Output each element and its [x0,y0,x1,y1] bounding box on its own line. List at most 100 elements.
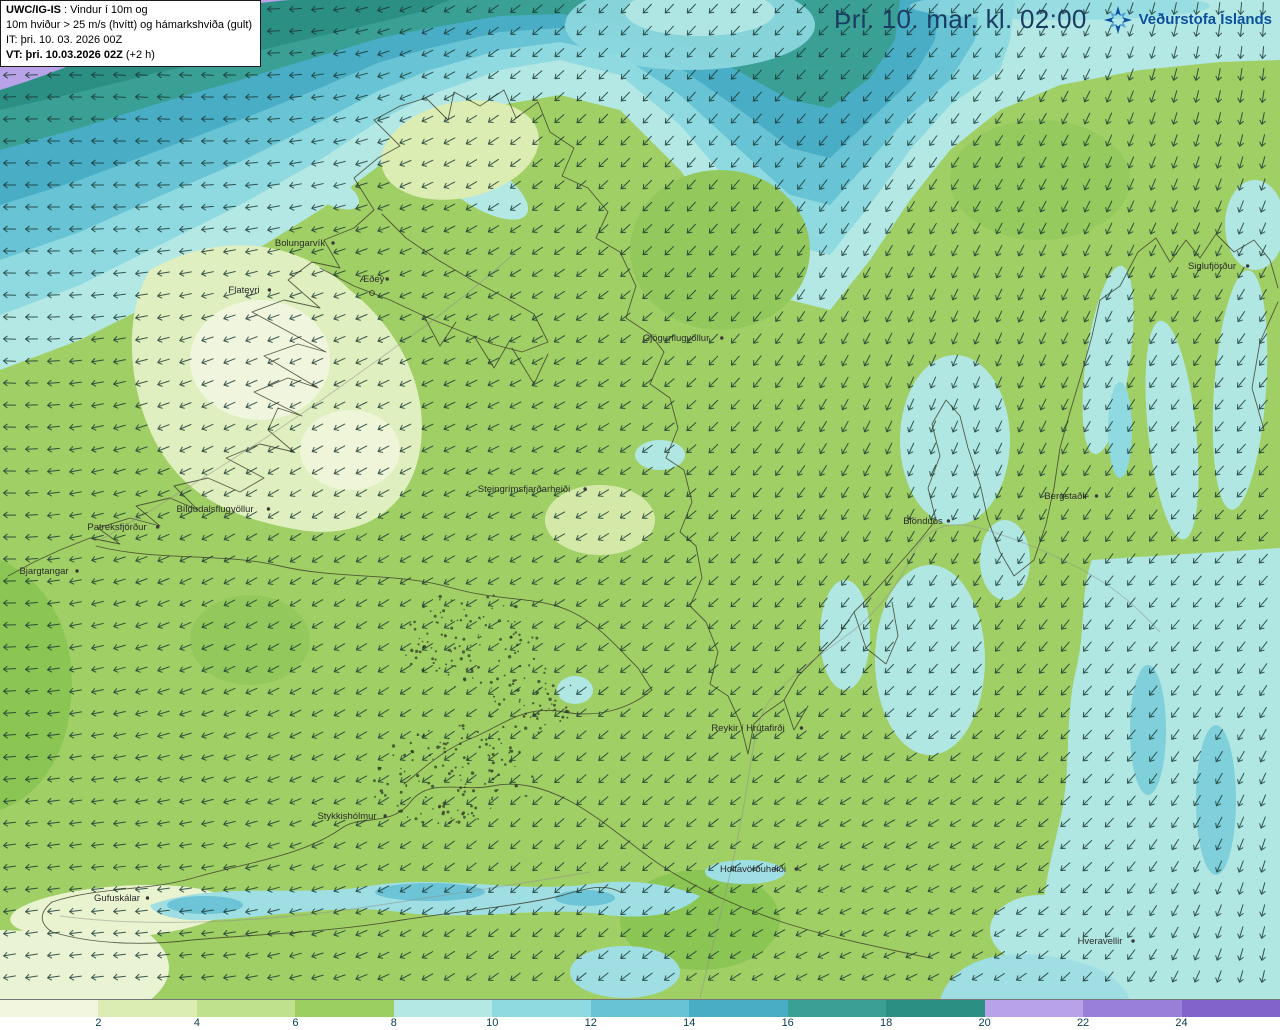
island-dot [433,614,437,618]
island-dot [486,595,490,599]
island-dot [476,730,479,734]
island-dot [403,770,406,773]
colorbar-tick: 4 [193,1017,200,1029]
island-dot [559,720,562,722]
place-label: Reykir í Hrútafirði [711,723,784,734]
place-marker-dot [267,288,272,292]
colorbar-segments [0,999,1280,1017]
island-dot [551,703,553,705]
island-dot [509,636,513,639]
valid-time-offset: (+2 h) [122,48,155,61]
island-dot [507,620,510,622]
island-dot [434,658,437,661]
colorbar-tick: 10 [486,1017,499,1029]
island-dot [500,742,503,745]
model-id: UWC/IG-IS [6,4,61,16]
island-dot [524,712,528,715]
island-dot [461,724,465,728]
island-dot [413,620,416,624]
place-marker-dot [145,896,150,900]
place-marker-dot [799,726,804,730]
island-dot [438,594,442,599]
place-label: Æðey [360,274,385,285]
place-label: Gufuskálar [94,893,140,904]
island-dot [446,810,450,814]
island-dot [442,609,446,613]
vedurstofa-logo-icon [1103,5,1132,34]
island-dot [374,795,377,798]
place-marker-dot [583,487,587,491]
island-dot [529,716,532,719]
island-dot [467,654,471,658]
island-dot [442,804,446,808]
info-line-subtitle: 10m hviður > 25 m/s (hvítt) og hámarkshv… [6,18,253,31]
island-dot [459,774,462,777]
island-dot [432,758,434,760]
island-dot [566,716,569,719]
island-dot [514,679,517,682]
island-dot [416,774,420,778]
island-dot [458,724,461,727]
place-label: Flateyri [228,285,259,296]
colorbar-tick: 16 [781,1017,794,1029]
island-dot [535,636,539,640]
island-dot [491,761,495,765]
place-marker-dot [1094,494,1099,498]
island-dot [539,704,542,707]
island-dot [463,786,466,789]
island-dot [551,684,555,688]
island-dot [405,784,408,787]
colorbar-segment [886,1000,985,1017]
colorbar-segment [689,1000,788,1017]
island-dot [479,681,483,684]
island-dot [471,789,476,793]
island-dot [531,775,534,778]
place-marker-dot [946,519,951,523]
island-dot [461,766,464,768]
colorbar-segment [0,1000,99,1017]
island-dot [494,700,497,703]
island-dot [518,633,521,636]
island-dot [417,643,420,646]
island-dot [523,704,525,707]
island-dot [434,650,437,653]
island-dot [544,682,547,685]
island-dot [497,702,501,706]
island-dot [457,809,459,812]
island-dot [399,772,402,776]
island-dot [482,616,485,618]
titlebar: Þri. 10. mar. kl. 02:00 Veðurstofa Íslan… [834,4,1272,35]
island-dot [445,663,448,666]
island-dot [396,804,399,807]
run-info-box: UWC/IG-IS : Vindur í 10m og 10m hviður >… [0,0,262,68]
island-dot [477,636,480,639]
island-dot [552,710,554,712]
island-dot [514,785,517,788]
island-dot [436,621,439,624]
island-dot [474,806,478,810]
island-dot [531,636,534,639]
place-marker-dot [266,507,271,511]
island-dot [437,822,440,824]
island-dot [469,659,472,662]
island-dot [439,746,441,748]
island-dot [496,677,499,681]
island-dot [487,754,490,757]
island-dot [514,725,518,728]
colorbar-segment [1083,1000,1182,1017]
place-marker-dot [385,277,389,281]
island-dot [438,804,442,808]
island-dot [485,738,488,741]
island-dot [426,641,429,643]
island-dot [463,815,466,819]
island-dot [398,809,401,813]
island-dot [456,789,460,792]
place-label: Hveravellir [1078,936,1123,947]
island-dot [489,807,492,809]
place-label: Siglufjörður [1188,261,1236,272]
island-dot [450,619,453,622]
island-dot [460,602,463,605]
island-dot [464,614,468,617]
island-dot [463,678,467,682]
island-dot [470,804,473,808]
